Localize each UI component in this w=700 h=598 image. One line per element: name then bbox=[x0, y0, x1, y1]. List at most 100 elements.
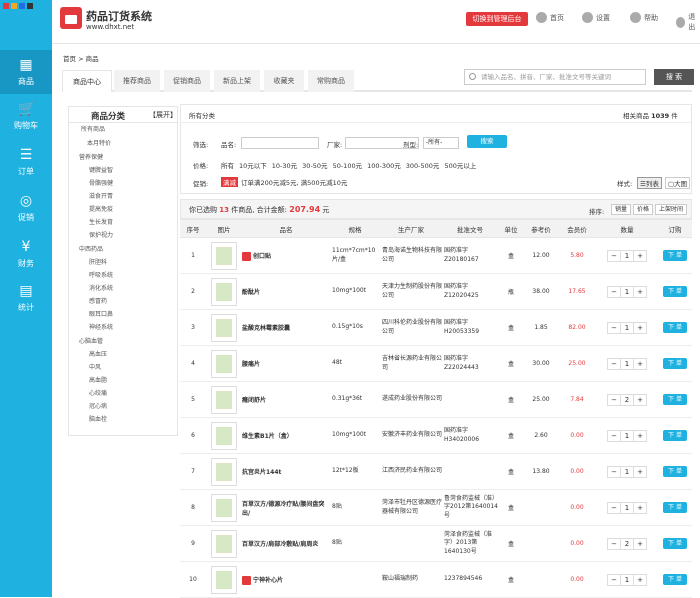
sort-time-button[interactable]: 上架时间 bbox=[655, 204, 687, 215]
filter-path[interactable]: 所有分类 bbox=[189, 110, 215, 120]
plus-button[interactable]: + bbox=[634, 287, 646, 297]
category-item[interactable]: 高血压 bbox=[89, 349, 107, 358]
search-input[interactable]: 请输入品名、拼音、厂家、批准文号等关键词 bbox=[464, 69, 646, 85]
category-item[interactable]: 脑血栓 bbox=[89, 414, 107, 423]
order-button[interactable]: 下 单 bbox=[663, 574, 687, 585]
quantity-stepper[interactable]: −1 + bbox=[607, 465, 647, 478]
quantity-value[interactable]: 1 bbox=[620, 250, 634, 261]
quantity-value[interactable]: 1 bbox=[620, 502, 634, 513]
minus-button[interactable]: − bbox=[608, 431, 620, 441]
style-big-button[interactable]: ▢大图 bbox=[665, 177, 691, 189]
category-item[interactable]: 中西药品 bbox=[79, 244, 103, 253]
product-name-cell[interactable]: 癃闭舒片 bbox=[242, 381, 330, 418]
category-item[interactable]: 肝胆科 bbox=[89, 257, 107, 266]
sidebar-item-orders[interactable]: ☰ 订单 bbox=[0, 140, 52, 184]
category-item[interactable]: 冠心病 bbox=[89, 401, 107, 410]
quantity-stepper[interactable]: −1 + bbox=[607, 573, 647, 586]
minus-button[interactable]: − bbox=[608, 323, 620, 333]
sidebar-item-cart[interactable]: 🛒 购物车 bbox=[0, 94, 52, 138]
product-image[interactable] bbox=[211, 277, 237, 306]
order-button[interactable]: 下 单 bbox=[663, 286, 687, 297]
price-option[interactable]: 所有 bbox=[221, 162, 234, 170]
quantity-stepper[interactable]: −1 + bbox=[607, 249, 647, 262]
settings-link[interactable]: 设置 bbox=[582, 12, 610, 23]
product-image[interactable] bbox=[211, 313, 237, 342]
switch-admin-button[interactable]: 切换到管理后台 bbox=[466, 12, 528, 26]
category-item[interactable]: 呼吸系统 bbox=[89, 270, 113, 279]
price-option[interactable]: 10-30元 bbox=[272, 162, 297, 170]
order-button[interactable]: 下 单 bbox=[663, 502, 687, 513]
sidebar-item-promotion[interactable]: ◎ 促销 bbox=[0, 186, 52, 230]
product-name-cell[interactable]: 盐酸克林霉素胶囊 bbox=[242, 309, 330, 346]
category-item[interactable]: 心绞痛 bbox=[89, 388, 107, 397]
category-item[interactable]: 眼耳口鼻 bbox=[89, 309, 113, 318]
category-item[interactable]: 感冒药 bbox=[89, 296, 107, 305]
product-name-cell[interactable]: 酚酞片 bbox=[242, 273, 330, 310]
product-name-cell[interactable]: 维生素B1片（盒） bbox=[242, 417, 330, 454]
name-input[interactable] bbox=[241, 137, 319, 149]
quantity-value[interactable]: 1 bbox=[620, 286, 634, 297]
order-button[interactable]: 下 单 bbox=[663, 394, 687, 405]
quantity-value[interactable]: 1 bbox=[620, 322, 634, 333]
sidebar-item-products[interactable]: ▦ 商品 bbox=[0, 50, 52, 94]
category-item[interactable]: 键脾益智 bbox=[89, 165, 113, 174]
plus-button[interactable]: + bbox=[634, 395, 646, 405]
filter-search-button[interactable]: 搜索 bbox=[467, 135, 507, 148]
minus-button[interactable]: − bbox=[608, 575, 620, 585]
product-image[interactable] bbox=[211, 457, 237, 486]
style-list-button[interactable]: ☰列表 bbox=[637, 177, 662, 189]
plus-button[interactable]: + bbox=[634, 575, 646, 585]
order-button[interactable]: 下 单 bbox=[663, 430, 687, 441]
price-option[interactable]: 100-300元 bbox=[367, 162, 401, 170]
plus-button[interactable]: + bbox=[634, 539, 646, 549]
quantity-stepper[interactable]: −1 + bbox=[607, 321, 647, 334]
product-image[interactable] bbox=[211, 421, 237, 450]
category-item[interactable]: 本月特价 bbox=[87, 138, 111, 147]
category-expand-toggle[interactable]: 【展开】 bbox=[149, 110, 177, 120]
quantity-value[interactable]: 1 bbox=[620, 358, 634, 369]
category-item[interactable]: 心脑血管 bbox=[79, 336, 103, 345]
category-item[interactable]: 保护视力 bbox=[89, 230, 113, 239]
tab-product-center[interactable]: 商品中心 bbox=[62, 70, 112, 92]
category-item[interactable]: 生长发育 bbox=[89, 217, 113, 226]
plus-button[interactable]: + bbox=[634, 467, 646, 477]
category-item[interactable]: 消化系统 bbox=[89, 283, 113, 292]
order-button[interactable]: 下 单 bbox=[663, 358, 687, 369]
sort-sales-button[interactable]: 销量 bbox=[611, 204, 631, 215]
price-option[interactable]: 10元以下 bbox=[239, 162, 267, 170]
sort-price-button[interactable]: 价格 bbox=[633, 204, 653, 215]
dosage-select[interactable]: -所有- bbox=[423, 137, 459, 149]
product-name-cell[interactable]: 创口贴 bbox=[242, 237, 330, 274]
minus-button[interactable]: − bbox=[608, 503, 620, 513]
tab-recommended[interactable]: 推荐商品 bbox=[114, 70, 160, 92]
minus-button[interactable]: − bbox=[608, 467, 620, 477]
tab-frequent[interactable]: 常购商品 bbox=[308, 70, 354, 92]
quantity-stepper[interactable]: −1 + bbox=[607, 357, 647, 370]
plus-button[interactable]: + bbox=[634, 431, 646, 441]
product-name-cell[interactable]: 百草汉方/肩部冷敷贴/肩周炎 bbox=[242, 525, 330, 562]
product-name-cell[interactable]: 宁神补心片 bbox=[242, 561, 330, 598]
category-item[interactable]: 神经系统 bbox=[89, 322, 113, 331]
product-name-cell[interactable]: 百草汉方/德源冷疗贴/腰间盘突出/ bbox=[242, 489, 330, 526]
quantity-stepper[interactable]: −1 + bbox=[607, 501, 647, 514]
minus-button[interactable]: − bbox=[608, 251, 620, 261]
sidebar-item-stats[interactable]: ▤ 统计 bbox=[0, 276, 52, 320]
tab-promotion[interactable]: 促销商品 bbox=[164, 70, 210, 92]
category-item[interactable]: 中风 bbox=[89, 362, 101, 371]
category-item[interactable]: 滋食开胃 bbox=[89, 191, 113, 200]
category-item[interactable]: 提高免疫 bbox=[89, 204, 113, 213]
plus-button[interactable]: + bbox=[634, 503, 646, 513]
category-item[interactable]: 所有商品 bbox=[81, 124, 105, 133]
minus-button[interactable]: − bbox=[608, 359, 620, 369]
exit-link[interactable]: 退出 bbox=[676, 12, 700, 32]
product-image[interactable] bbox=[211, 493, 237, 522]
plus-button[interactable]: + bbox=[634, 359, 646, 369]
quantity-stepper[interactable]: −2 + bbox=[607, 393, 647, 406]
quantity-stepper[interactable]: −2 + bbox=[607, 537, 647, 550]
price-option[interactable]: 50-100元 bbox=[333, 162, 363, 170]
tab-favorites[interactable]: 收藏夹 bbox=[264, 70, 304, 92]
tab-new-arrivals[interactable]: 新品上架 bbox=[214, 70, 260, 92]
order-button[interactable]: 下 单 bbox=[663, 538, 687, 549]
quantity-stepper[interactable]: −1 + bbox=[607, 285, 647, 298]
price-option[interactable]: 500元以上 bbox=[444, 162, 476, 170]
